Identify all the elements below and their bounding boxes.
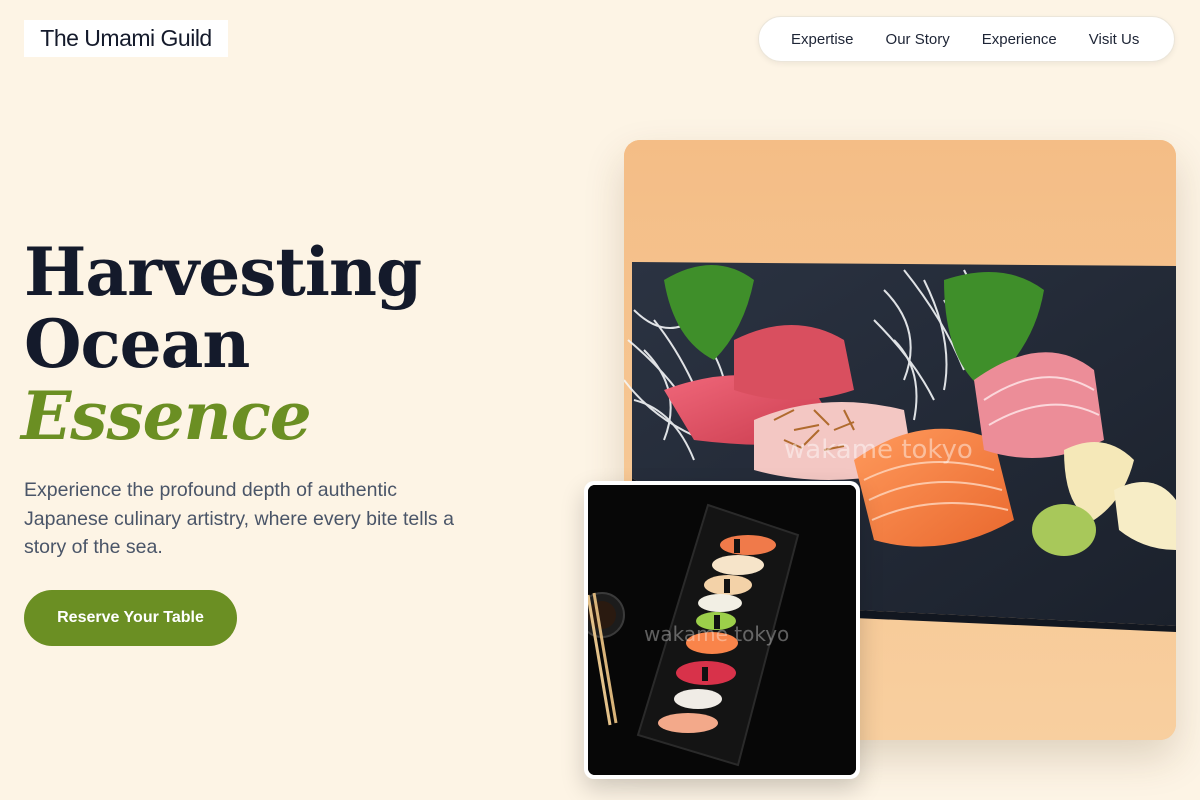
nigiri-photo: wakame tokyo xyxy=(584,481,860,779)
nav-link-expertise[interactable]: Expertise xyxy=(791,31,854,48)
brand-logo[interactable]: The Umami Guild xyxy=(24,20,228,57)
nigiri-illustration: wakame tokyo xyxy=(588,485,856,775)
headline-line-2: Ocean xyxy=(24,305,250,383)
nav-link-our-story[interactable]: Our Story xyxy=(886,31,950,48)
nav-link-experience[interactable]: Experience xyxy=(982,31,1057,48)
headline-line-1: Harvesting xyxy=(24,233,422,311)
nav-link-visit-us[interactable]: Visit Us xyxy=(1089,31,1140,48)
nigiri-photo-frame: wakame tokyo xyxy=(588,485,856,775)
secondary-watermark: wakame tokyo xyxy=(644,622,789,646)
reserve-table-button[interactable]: Reserve Your Table xyxy=(24,590,237,646)
main-watermark: wakame tokyo xyxy=(784,435,973,465)
main-nav: Expertise Our Story Experience Visit Us xyxy=(758,16,1175,62)
headline-accent: Essence xyxy=(21,377,312,455)
hero-subtitle: Experience the profound depth of authent… xyxy=(24,479,454,558)
hero-headline: Harvesting Ocean Essence xyxy=(21,233,422,455)
